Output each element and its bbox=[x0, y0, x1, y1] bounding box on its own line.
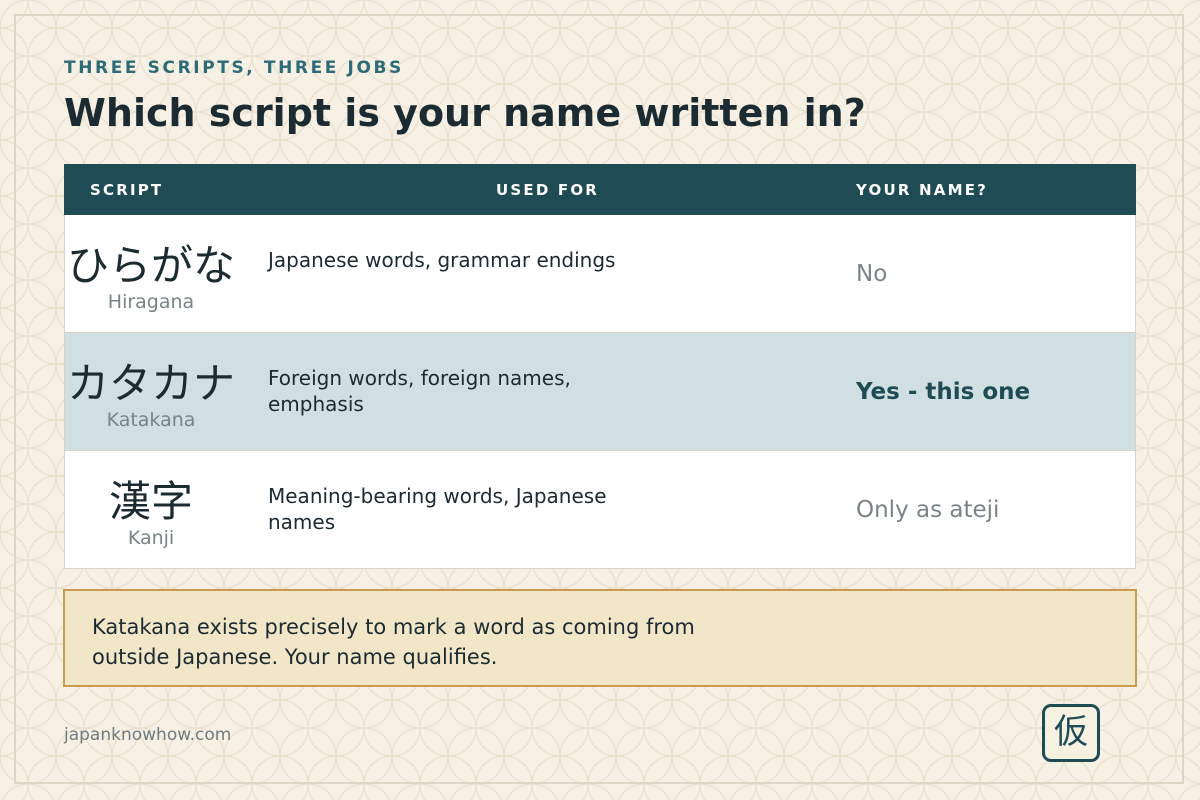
table-row-katakana: カタカナ Katakana Foreign words, foreign nam… bbox=[64, 333, 1136, 451]
your-name-cell: No bbox=[856, 261, 888, 287]
column-header-script: SCRIPT bbox=[90, 181, 164, 199]
page-title: Which script is your name written in? bbox=[64, 91, 866, 135]
site-url: japanknowhow.com bbox=[64, 725, 232, 745]
your-name-cell: Only as ateji bbox=[856, 497, 1000, 523]
script-romaji: Kanji bbox=[127, 527, 175, 549]
table-header: SCRIPT USED FOR YOUR NAME? bbox=[64, 164, 1136, 215]
script-glyphs: 漢字 bbox=[108, 477, 193, 526]
used-for-cell: Meaning-bearing words, Japanese names bbox=[268, 484, 607, 534]
used-for-cell: Foreign words, foreign names, emphasis bbox=[268, 366, 571, 416]
script-romaji: Hiragana bbox=[107, 291, 195, 313]
section-kicker: THREE SCRIPTS, THREE JOBS bbox=[64, 58, 404, 78]
table-row-hiragana: ひらがな Hiragana Japanese words, grammar en… bbox=[64, 215, 1136, 333]
your-name-cell-highlight: Yes - this one bbox=[856, 379, 1031, 405]
scripts-table: SCRIPT USED FOR YOUR NAME? ひらがな Hiragana… bbox=[64, 164, 1136, 569]
table-row-kanji: 漢字 Kanji Meaning-bearing words, Japanese… bbox=[64, 451, 1136, 569]
column-header-your-name: YOUR NAME? bbox=[856, 181, 989, 199]
column-header-used-for: USED FOR bbox=[496, 181, 600, 199]
script-cell: カタカナ Katakana bbox=[65, 333, 237, 431]
callout-note: Katakana exists precisely to mark a word… bbox=[63, 589, 1137, 687]
script-glyphs: カタカナ bbox=[66, 359, 235, 408]
kana-seal-logo: 仮 bbox=[1042, 704, 1100, 762]
callout-note-text: Katakana exists precisely to mark a word… bbox=[92, 615, 695, 669]
script-cell: 漢字 Kanji bbox=[65, 451, 237, 549]
script-glyphs: ひらがな bbox=[66, 241, 235, 290]
script-romaji: Katakana bbox=[106, 409, 196, 431]
script-cell: ひらがな Hiragana bbox=[65, 215, 237, 313]
used-for-cell: Japanese words, grammar endings bbox=[268, 248, 616, 272]
